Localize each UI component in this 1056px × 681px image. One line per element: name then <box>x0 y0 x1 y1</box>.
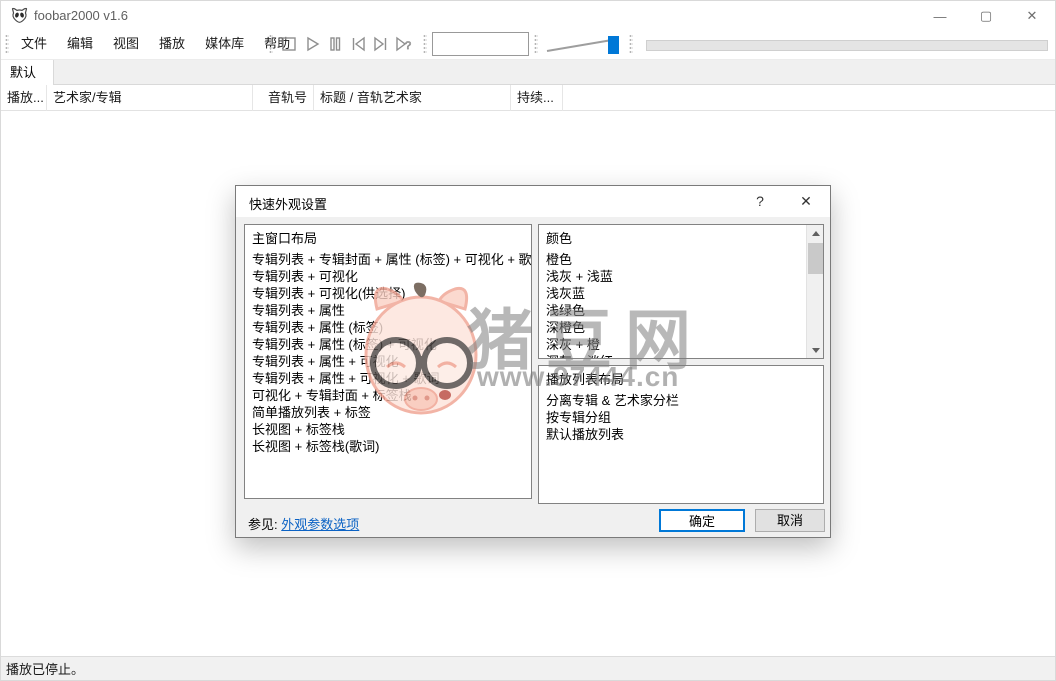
list-item[interactable]: 深灰 + 橙 <box>546 336 823 353</box>
search-input[interactable] <box>432 32 529 56</box>
list-item[interactable]: 专辑列表 + 属性 (标签) + 可视化 <box>252 336 531 353</box>
playlist-tab-strip: 默认 <box>1 59 1055 85</box>
colors-listbox[interactable]: 颜色 橙色浅灰 + 浅蓝浅灰蓝浅绿色深橙色深灰 + 橙深灰 + 淡红 <box>538 224 824 359</box>
status-bar: 播放已停止。 <box>1 656 1055 681</box>
random-button[interactable]: ? <box>392 32 415 56</box>
toolbar-grip[interactable] <box>269 34 273 55</box>
list-item[interactable]: 专辑列表 + 可视化(供选择) <box>252 285 531 302</box>
column-duration[interactable]: 持续... <box>511 85 563 111</box>
list-header-colors: 颜色 <box>546 230 823 247</box>
ok-button[interactable]: 确定 <box>659 509 745 532</box>
app-logo-icon <box>11 7 28 24</box>
list-item[interactable]: 长视图 + 标签栈(歌词) <box>252 438 531 455</box>
list-item[interactable]: 简单播放列表 + 标签 <box>252 404 531 421</box>
dialog-title-bar: 快速外观设置 ? ✕ <box>236 186 830 217</box>
dialog-help-icon[interactable]: ? <box>750 193 770 209</box>
playback-buttons: ? <box>277 29 415 59</box>
window-controls: — ▢ ✕ <box>917 1 1055 31</box>
menu-item[interactable]: 编辑 <box>57 29 103 59</box>
column-title-artist[interactable]: 标题 / 音轨艺术家 <box>314 85 511 111</box>
list-item[interactable]: 橙色 <box>546 251 823 268</box>
dialog-title: 快速外观设置 <box>249 194 327 213</box>
list-item[interactable]: 专辑列表 + 属性 + 可视化 + 歌词 <box>252 370 531 387</box>
list-item[interactable]: 深灰 + 淡红 <box>546 353 823 359</box>
list-item[interactable]: 专辑列表 + 专辑封面 + 属性 (标签) + 可视化 + 歌词 <box>252 251 531 268</box>
appearance-preferences-link[interactable]: 外观参数选项 <box>281 517 359 532</box>
pause-icon <box>326 35 344 53</box>
list-item[interactable]: 浅绿色 <box>546 302 823 319</box>
color-items: 橙色浅灰 + 浅蓝浅灰蓝浅绿色深橙色深灰 + 橙深灰 + 淡红 <box>546 251 823 359</box>
previous-button[interactable] <box>346 32 369 56</box>
see-also: 参见: 外观参数选项 <box>248 514 359 533</box>
playlist-layout-listbox[interactable]: 播放列表布局 分离专辑 & 艺术家分栏按专辑分组默认播放列表 <box>538 365 824 504</box>
quick-appearance-dialog: 快速外观设置 ? ✕ 主窗口布局 专辑列表 + 专辑封面 + 属性 (标签) +… <box>235 185 831 538</box>
toolbar-grip[interactable] <box>5 34 9 55</box>
menu-item[interactable]: 文件 <box>11 29 57 59</box>
playlist-layout-items: 分离专辑 & 艺术家分栏按专辑分组默认播放列表 <box>546 392 823 443</box>
scroll-up-icon[interactable] <box>807 225 824 241</box>
toolbar-grip[interactable] <box>534 34 538 55</box>
see-also-label: 参见: <box>248 517 278 532</box>
list-item[interactable]: 专辑列表 + 属性 <box>252 302 531 319</box>
column-track-number[interactable]: 音轨号 <box>253 85 314 111</box>
menu-item[interactable]: 媒体库 <box>195 29 254 59</box>
toolbar-grip[interactable] <box>423 34 427 55</box>
pause-button[interactable] <box>323 32 346 56</box>
list-item[interactable]: 专辑列表 + 属性 + 可视化 <box>252 353 531 370</box>
next-icon <box>372 35 390 53</box>
dialog-footer: 参见: 外观参数选项 确定 取消 <box>236 504 830 539</box>
list-item[interactable]: 浅灰 + 浅蓝 <box>546 268 823 285</box>
list-header-playlist-layout: 播放列表布局 <box>546 371 823 388</box>
list-item[interactable]: 深橙色 <box>546 319 823 336</box>
column-artist-album[interactable]: 艺术家/专辑 <box>47 85 253 111</box>
list-item[interactable]: 默认播放列表 <box>546 426 823 443</box>
volume-thumb[interactable] <box>608 36 619 54</box>
list-item[interactable]: 专辑列表 + 可视化 <box>252 268 531 285</box>
colors-scrollbar[interactable] <box>806 225 823 358</box>
maximize-button[interactable]: ▢ <box>963 1 1009 31</box>
play-button[interactable] <box>300 32 323 56</box>
svg-text:?: ? <box>405 40 411 52</box>
list-item[interactable]: 长视图 + 标签栈 <box>252 421 531 438</box>
previous-icon <box>349 35 367 53</box>
toolbar-grip[interactable] <box>629 34 633 55</box>
scrollbar-thumb[interactable] <box>808 243 823 274</box>
stop-button[interactable] <box>277 32 300 56</box>
window-title: foobar2000 v1.6 <box>34 8 128 23</box>
menu-bar: 文件编辑视图播放媒体库帮助 <box>11 29 300 59</box>
list-item[interactable]: 按专辑分组 <box>546 409 823 426</box>
list-item[interactable]: 可视化 + 专辑封面 + 标签栈 <box>252 387 531 404</box>
menu-item[interactable]: 视图 <box>103 29 149 59</box>
title-bar: foobar2000 v1.6 — ▢ ✕ <box>1 1 1055 29</box>
close-button[interactable]: ✕ <box>1009 1 1055 31</box>
scroll-down-icon[interactable] <box>807 342 824 358</box>
dialog-close-icon[interactable]: ✕ <box>794 193 818 210</box>
toolbar: 文件编辑视图播放媒体库帮助 ? <box>1 29 1055 59</box>
minimize-button[interactable]: — <box>917 1 963 31</box>
app-window: foobar2000 v1.6 — ▢ ✕ 文件编辑视图播放媒体库帮助 <box>0 0 1056 681</box>
stop-icon <box>280 35 298 53</box>
seek-bar[interactable] <box>646 40 1048 51</box>
main-layout-listbox[interactable]: 主窗口布局 专辑列表 + 专辑封面 + 属性 (标签) + 可视化 + 歌词专辑… <box>244 224 532 499</box>
playlist-column-header: 播放... 艺术家/专辑 音轨号 标题 / 音轨艺术家 持续... <box>1 85 1055 111</box>
menu-item[interactable]: 播放 <box>149 29 195 59</box>
volume-slider[interactable] <box>542 36 624 55</box>
playlist-tab-default[interactable]: 默认 <box>1 60 54 86</box>
column-playing[interactable]: 播放... <box>1 85 47 111</box>
main-layout-items: 专辑列表 + 专辑封面 + 属性 (标签) + 可视化 + 歌词专辑列表 + 可… <box>252 251 531 455</box>
play-icon <box>303 35 321 53</box>
cancel-button[interactable]: 取消 <box>755 509 825 532</box>
next-button[interactable] <box>369 32 392 56</box>
list-item[interactable]: 分离专辑 & 艺术家分栏 <box>546 392 823 409</box>
random-icon: ? <box>394 35 414 53</box>
list-item[interactable]: 浅灰蓝 <box>546 285 823 302</box>
list-header-main-layout: 主窗口布局 <box>252 230 531 247</box>
list-item[interactable]: 专辑列表 + 属性 (标签) <box>252 319 531 336</box>
